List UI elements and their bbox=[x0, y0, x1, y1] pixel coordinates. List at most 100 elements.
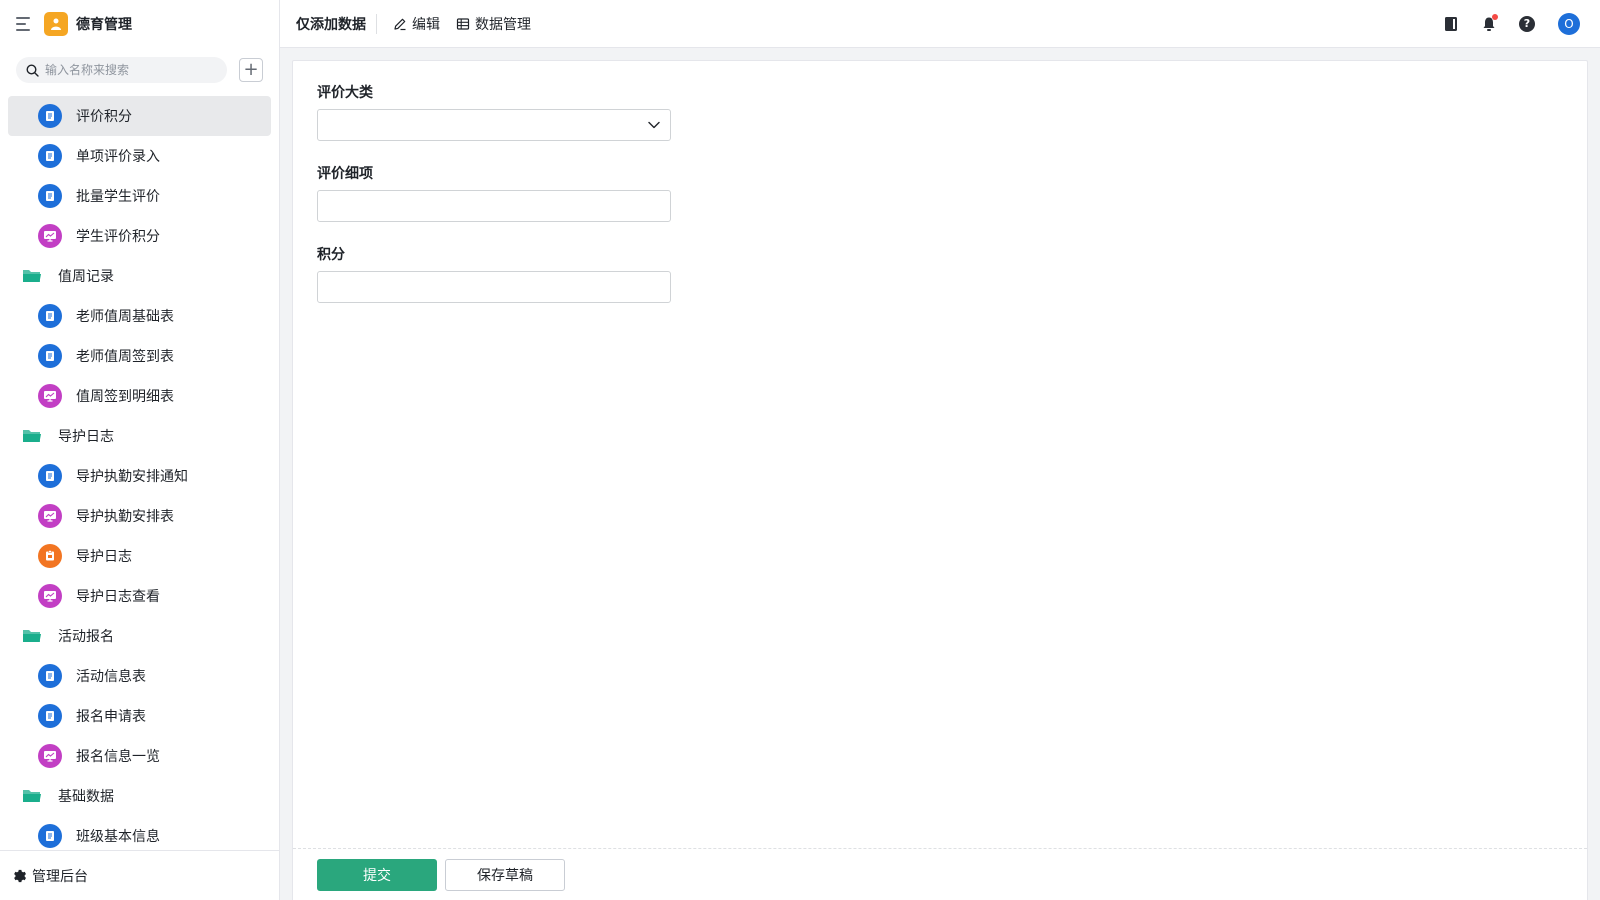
search-icon bbox=[26, 63, 39, 77]
evaluation-detail-box bbox=[317, 190, 671, 222]
points-label: 积分 bbox=[317, 247, 345, 263]
form-icon bbox=[38, 344, 62, 368]
report-icon bbox=[38, 584, 62, 608]
sidebar-item-label: 活动报名 bbox=[58, 629, 114, 645]
submit-button[interactable]: 提交 bbox=[317, 858, 437, 891]
sidebar-item-label: 老师值周签到表 bbox=[76, 349, 174, 365]
app-logo-icon bbox=[44, 12, 68, 36]
bell-icon[interactable] bbox=[1478, 13, 1500, 35]
sidebar-nav: 评价积分单项评价录入 批量学生评价 学生评价积分值周记录老师值周基础表 老师值周签到表… bbox=[0, 90, 279, 856]
evaluation-detail-label: 评价细项 bbox=[317, 166, 373, 182]
evaluation-detail-input[interactable] bbox=[328, 191, 660, 221]
edit-label: 编辑 bbox=[412, 16, 440, 33]
form-icon bbox=[38, 704, 62, 728]
sidebar-header: 德育管理 bbox=[0, 0, 279, 48]
sidebar-item[interactable]: 报名申请表 bbox=[8, 696, 271, 736]
search-box[interactable] bbox=[16, 57, 227, 83]
points-field: 积分 bbox=[317, 245, 1563, 303]
folder-icon bbox=[22, 788, 42, 804]
form-icon bbox=[38, 824, 62, 848]
menu-icon[interactable] bbox=[16, 17, 34, 31]
gear-icon bbox=[14, 869, 26, 882]
admin-backend-label: 管理后台 bbox=[32, 868, 88, 885]
sidebar-item[interactable]: 导护执勤安排通知 bbox=[8, 456, 271, 496]
page-title: 仅添加数据 bbox=[296, 13, 377, 34]
search-input[interactable] bbox=[45, 63, 205, 77]
sidebar-item-label: 导护日志查看 bbox=[76, 589, 160, 605]
app-title: 德育管理 bbox=[76, 17, 132, 33]
admin-backend-link[interactable]: 管理后台 bbox=[0, 850, 279, 900]
form-icon bbox=[38, 104, 62, 128]
save-draft-button[interactable]: 保存草稿 bbox=[445, 858, 565, 891]
sidebar: 德育管理 + 评价积分单项评价录入批量学生评价学生评价积分值周记录老师值周基础表… bbox=[0, 0, 280, 900]
sidebar-item-label: 值周记录 bbox=[58, 269, 114, 285]
sidebar-folder[interactable]: 活动报名 bbox=[8, 616, 271, 656]
sidebar-item-label: 活动信息表 bbox=[76, 669, 146, 685]
form: 评价大类评价细项积分 bbox=[293, 61, 1587, 348]
evaluation-category-label: 评价大类 bbox=[317, 85, 373, 101]
sidebar-item[interactable]: 单项评价录入 bbox=[8, 136, 271, 176]
help-icon[interactable]: ? bbox=[1516, 13, 1538, 35]
sidebar-folder[interactable]: 基础数据 bbox=[8, 776, 271, 816]
topbar-actions: ? O bbox=[1424, 12, 1600, 35]
sidebar-folder[interactable]: 导护日志 bbox=[8, 416, 271, 456]
sidebar-item[interactable]: 导护日志 bbox=[8, 536, 271, 576]
sidebar-item[interactable]: 活动信息表 bbox=[8, 656, 271, 696]
notebook-icon[interactable] bbox=[1440, 13, 1462, 35]
sidebar-item-label: 学生评价积分 bbox=[76, 229, 160, 245]
add-button[interactable]: + bbox=[239, 58, 263, 82]
chevron-down-icon bbox=[648, 121, 660, 129]
sidebar-item[interactable]: 评价积分 bbox=[8, 96, 271, 136]
points-box bbox=[317, 271, 671, 303]
form-icon bbox=[38, 144, 62, 168]
sidebar-item-label: 老师值周基础表 bbox=[76, 309, 174, 325]
sidebar-item[interactable]: 老师值周签到表 bbox=[8, 336, 271, 376]
sidebar-item[interactable]: 值周签到明细表 bbox=[8, 376, 271, 416]
report-icon bbox=[38, 224, 62, 248]
sidebar-item-label: 导护执勤安排表 bbox=[76, 509, 174, 525]
form-footer: 提交 保存草稿 bbox=[293, 848, 1587, 900]
sidebar-item[interactable]: 报名信息一览 bbox=[8, 736, 271, 776]
form-icon bbox=[38, 464, 62, 488]
form-icon bbox=[38, 304, 62, 328]
sidebar-item-label: 报名申请表 bbox=[76, 709, 146, 725]
top-bar: 仅添加数据 编辑 数据管理 ? O bbox=[280, 0, 1600, 48]
sidebar-item-label: 值周签到明细表 bbox=[76, 389, 174, 405]
sidebar-item-label: 单项评价录入 bbox=[76, 149, 160, 165]
avatar[interactable]: O bbox=[1558, 12, 1580, 35]
edit-icon bbox=[394, 18, 406, 30]
form-icon bbox=[38, 664, 62, 688]
form-icon bbox=[38, 184, 62, 208]
sidebar-item-label: 评价积分 bbox=[76, 109, 132, 125]
evaluation-detail-field: 评价细项 bbox=[317, 164, 1563, 222]
evaluation-category-field: 评价大类 bbox=[317, 83, 1563, 141]
sidebar-item[interactable]: 学生评价积分 bbox=[8, 216, 271, 256]
sidebar-folder[interactable]: 值周记录 bbox=[8, 256, 271, 296]
sidebar-item-label: 报名信息一览 bbox=[76, 749, 160, 765]
report-icon bbox=[38, 744, 62, 768]
table-icon bbox=[456, 17, 470, 30]
flow-icon bbox=[38, 544, 62, 568]
sidebar-item-label: 导护日志 bbox=[58, 429, 114, 445]
notification-dot bbox=[1492, 13, 1498, 20]
sidebar-item-label: 基础数据 bbox=[58, 789, 114, 805]
report-icon bbox=[38, 384, 62, 408]
sidebar-search-row: + bbox=[0, 50, 279, 90]
points-input[interactable] bbox=[328, 272, 660, 302]
data-manage-button[interactable]: 数据管理 bbox=[456, 14, 531, 34]
edit-button[interactable]: 编辑 bbox=[393, 14, 440, 34]
sidebar-item-label: 班级基本信息 bbox=[76, 829, 160, 845]
sidebar-item[interactable]: 导护执勤安排表 bbox=[8, 496, 271, 536]
folder-icon bbox=[22, 268, 42, 284]
sidebar-item-label: 导护执勤安排通知 bbox=[76, 469, 188, 485]
evaluation-category-select[interactable] bbox=[317, 109, 671, 141]
data-manage-label: 数据管理 bbox=[475, 16, 531, 33]
sidebar-item[interactable]: 批量学生评价 bbox=[8, 176, 271, 216]
sidebar-item[interactable]: 老师值周基础表 bbox=[8, 296, 271, 336]
folder-icon bbox=[22, 628, 42, 644]
folder-icon bbox=[22, 428, 42, 444]
form-panel: 评价大类评价细项积分 提交 保存草稿 bbox=[292, 60, 1588, 900]
sidebar-item[interactable]: 导护日志查看 bbox=[8, 576, 271, 616]
sidebar-item-label: 批量学生评价 bbox=[76, 189, 160, 205]
sidebar-item-label: 导护日志 bbox=[76, 549, 132, 565]
